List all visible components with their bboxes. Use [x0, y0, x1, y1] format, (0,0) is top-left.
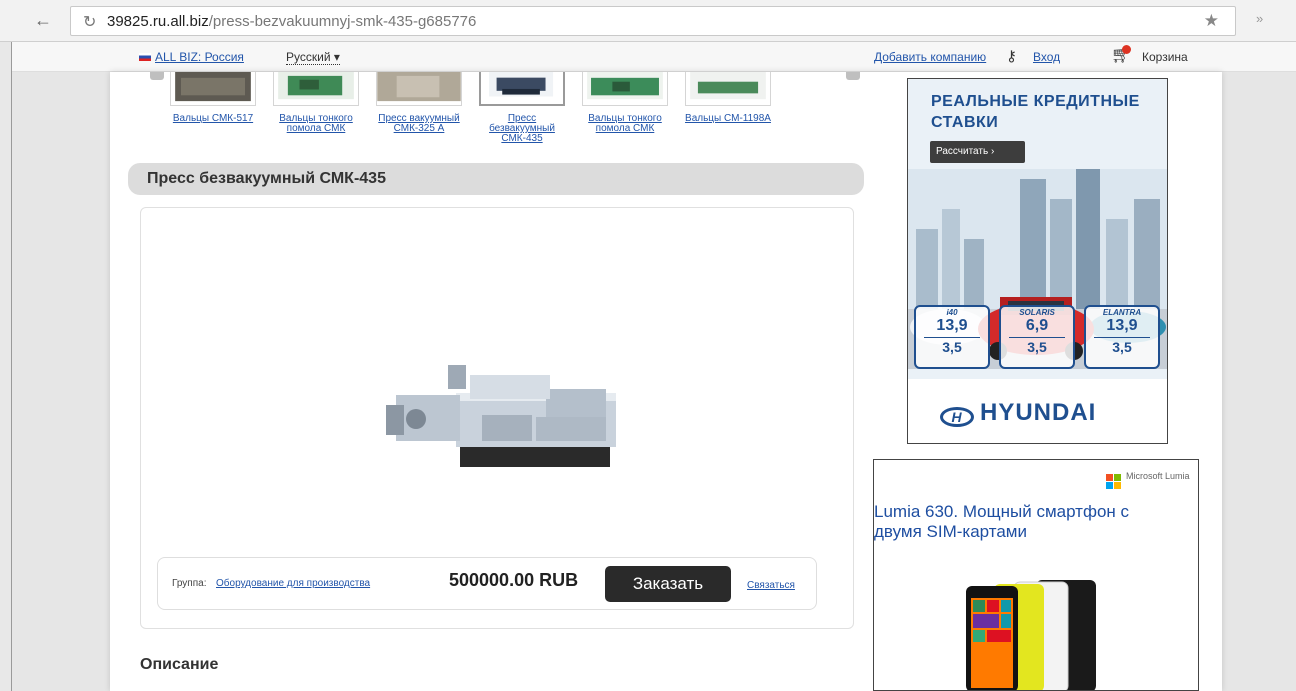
order-button[interactable]: Заказать — [605, 566, 731, 602]
thumbnail-item[interactable]: Вальцы СМК-517 — [170, 72, 256, 124]
thumbnail-item[interactable]: Пресс вакуумный СМК-325 А — [376, 72, 462, 134]
thumbnail-item-active[interactable]: Пресс безвакуумный СМК-435 — [479, 72, 565, 144]
rate-value: 13,9 — [1106, 317, 1138, 334]
hyundai-ad-banner[interactable]: РЕАЛЬНЫЕ КРЕДИТНЫЕ СТАВКИ Рассчитать › i… — [907, 78, 1168, 444]
microsoft-logo-icon — [1106, 474, 1122, 490]
page-title: Пресс безвакуумный СМК-435 — [147, 170, 386, 187]
rate-value: 6,9 — [1025, 317, 1049, 334]
rate-value: 13,9 — [936, 317, 968, 334]
lumia-ad-banner[interactable]: Microsoft Lumia Lumia 630. Мощный смартф… — [873, 459, 1199, 691]
rate-model: ELANTRA — [1102, 308, 1142, 317]
rate-sub-value: 3,5 — [1009, 337, 1065, 356]
thumbnail-item[interactable]: Вальцы тонкого помола СМК — [582, 72, 668, 134]
contact-link[interactable]: Связаться — [747, 580, 795, 591]
cart-link[interactable]: Корзина — [1142, 50, 1188, 64]
carousel-next-arrow[interactable] — [846, 72, 860, 80]
thumbnail-item[interactable]: Вальцы тонкого помола СМК — [273, 72, 359, 134]
language-select[interactable]: Русский ▾ — [286, 50, 340, 65]
browser-toolbar: ← ↻ 39825.ru.all.biz/press-bezvakuumnyj-… — [0, 0, 1296, 42]
product-title-bar: Пресс безвакуумный СМК-435 — [128, 163, 864, 195]
hyundai-brand-text: HYUNDAI — [980, 399, 1097, 426]
hyundai-emblem-icon: H — [940, 407, 974, 427]
thumbnail-image[interactable] — [376, 72, 462, 106]
reload-icon[interactable]: ↻ — [83, 12, 96, 32]
rate-sub-value: 3,5 — [1094, 337, 1150, 356]
add-company-link[interactable]: Добавить компанию — [874, 50, 986, 64]
url-path: /press-bezvakuumnyj-smk-435-g685776 — [208, 13, 477, 30]
ad-footer: H HYUNDAI — [908, 379, 1167, 443]
thumbnail-image[interactable] — [582, 72, 668, 106]
order-box: Группа: Оборудование для производства 50… — [157, 557, 817, 610]
group-label: Группа: — [172, 578, 207, 589]
product-image[interactable] — [386, 365, 620, 471]
thumbnail-image[interactable] — [170, 72, 256, 106]
russia-flag-icon — [139, 53, 151, 61]
phones-image — [966, 580, 1096, 690]
thumbnail-image[interactable] — [685, 72, 771, 106]
ad-calculate-button[interactable]: Рассчитать › — [930, 141, 1025, 163]
ad-headline: РЕАЛЬНЫЕ КРЕДИТНЫЕ СТАВКИ — [931, 93, 1140, 131]
thumbnail-image[interactable] — [273, 72, 359, 106]
carousel-prev-arrow[interactable] — [150, 72, 164, 80]
thumbnail-caption[interactable]: Пресс безвакуумный СМК-435 — [479, 114, 565, 144]
thumbnail-caption[interactable]: Вальцы СМ-1198А — [685, 114, 771, 124]
url-text[interactable]: 39825.ru.all.biz/press-bezvakuumnyj-smk-… — [107, 13, 476, 30]
rate-model: i40 — [946, 308, 958, 317]
rate-box: SOLARIS 6,9 3,5 — [999, 305, 1075, 369]
thumbnail-caption[interactable]: Вальцы тонкого помола СМК — [582, 114, 668, 134]
extensions-chevron-icon[interactable]: » — [1256, 11, 1263, 26]
ad-headline: Lumia 630. Мощный смартфон с двумя SIM-к… — [874, 502, 1130, 541]
hyundai-logo: H HYUNDAI — [940, 399, 1096, 427]
window-edge — [0, 42, 12, 691]
bookmark-star-icon[interactable]: ★ — [1204, 11, 1219, 31]
url-host: 39825.ru.all.biz — [107, 13, 209, 30]
thumbnail-caption[interactable]: Вальцы СМК-517 — [170, 114, 256, 124]
rate-model: SOLARIS — [1019, 308, 1055, 317]
site-top-bar: ALL BIZ: Россия Русский ▾ Добавить компа… — [0, 42, 1296, 72]
region-link[interactable]: ALL BIZ: Россия — [155, 50, 244, 64]
rate-sub-value: 3,5 — [924, 337, 980, 356]
group-link[interactable]: Оборудование для производства — [216, 578, 370, 589]
rate-box: i40 13,9 3,5 — [914, 305, 990, 369]
thumbnail-caption[interactable]: Пресс вакуумный СМК-325 А — [376, 114, 462, 134]
cart-badge — [1122, 45, 1131, 54]
brand-text: Microsoft Lumia — [1126, 471, 1190, 481]
thumbnail-image[interactable] — [479, 72, 565, 106]
thumbnail-caption[interactable]: Вальцы тонкого помола СМК — [273, 114, 359, 134]
login-link[interactable]: Вход — [1033, 50, 1060, 64]
thumbnail-item[interactable]: Вальцы СМ-1198А — [685, 72, 771, 124]
rate-box: ELANTRA 13,9 3,5 — [1084, 305, 1160, 369]
back-arrow-icon[interactable]: ← — [34, 10, 52, 31]
price: 500000.00 RUB — [449, 570, 579, 590]
key-icon: ⚷ — [1006, 48, 1017, 65]
description-heading: Описание — [140, 656, 219, 673]
address-bar[interactable]: ↻ 39825.ru.all.biz/press-bezvakuumnyj-sm… — [70, 6, 1236, 36]
